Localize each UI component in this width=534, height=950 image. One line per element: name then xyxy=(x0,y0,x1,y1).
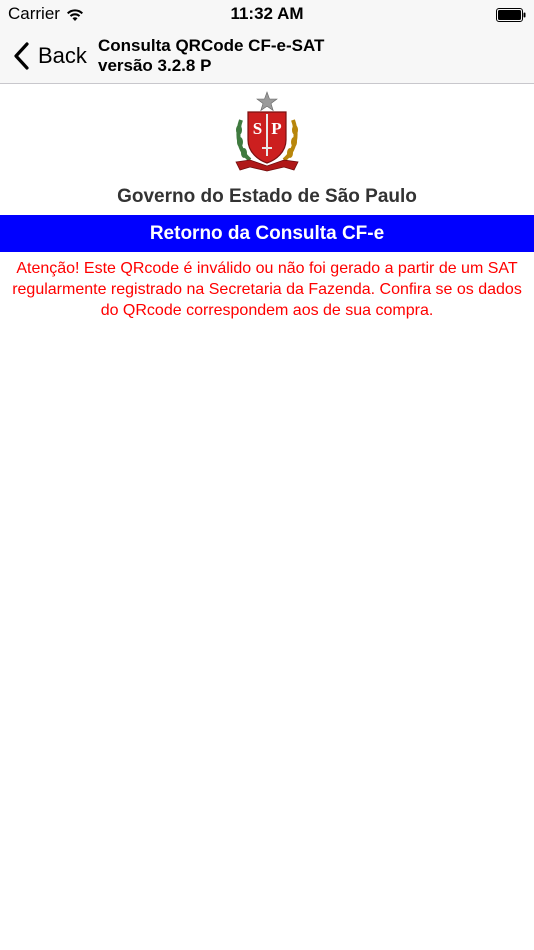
sao-paulo-seal-icon: S P xyxy=(228,90,306,172)
nav-title: Consulta QRCode CF-e-SAT versão 3.2.8 P xyxy=(98,36,324,76)
result-banner-label: Retorno da Consulta CF-e xyxy=(149,222,385,244)
battery-icon xyxy=(496,7,526,22)
status-time: 11:32 AM xyxy=(230,4,304,23)
invalid-qrcode-warning: Atenção! Este QRcode é inválido ou não f… xyxy=(12,260,522,319)
nav-title-line1: Consulta QRCode CF-e-SAT xyxy=(98,36,325,55)
app-screen: Carrier 11:32 AM Back Consulta QRCode CF… xyxy=(0,0,534,950)
government-title: Governo do Estado de São Paulo xyxy=(117,186,417,207)
svg-text:P: P xyxy=(271,119,281,138)
nav-title-line2: versão 3.2.8 P xyxy=(98,56,212,75)
chevron-left-icon xyxy=(12,41,30,71)
status-bar: Carrier 11:32 AM xyxy=(0,0,534,28)
back-label: Back xyxy=(38,43,87,68)
result-banner: Retorno da Consulta CF-e xyxy=(0,215,534,252)
back-button[interactable]: Back xyxy=(12,38,87,74)
navigation-bar: Back Consulta QRCode CF-e-SAT versão 3.2… xyxy=(0,28,534,84)
svg-text:S: S xyxy=(253,119,262,138)
